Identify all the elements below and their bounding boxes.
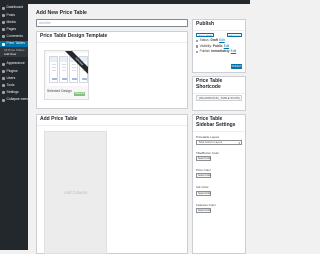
table-icon [2,42,5,46]
panel-title: Publish [196,21,215,27]
preview-button[interactable]: Preview [226,32,242,38]
sidebar-item-label: Dashboard [6,5,24,10]
settings-panel: Price Table Sidebar Settings Pricetable … [192,114,246,254]
collapse-icon [2,98,5,102]
preview-column [49,56,58,83]
media-icon [2,21,5,25]
title-input[interactable]: Add title [36,19,188,27]
plugin-icon [2,69,5,73]
sidebar-item-label: Plugins [6,68,18,73]
publish-time-row: Publish immediately Edit [193,49,245,55]
shortcode-field[interactable]: [WLAPRICING_TABLE ID=65] [196,94,242,101]
sidebar-item-pages[interactable]: Pages [0,27,28,33]
settings-icon [2,91,5,95]
submenu-add-new[interactable]: Add New [0,52,28,56]
sidebar-item-label: Posts [6,12,15,17]
sidebar-item-settings[interactable]: Settings [0,90,28,96]
sidebar-item-label: Comments [6,34,23,39]
pin-icon [2,13,5,17]
color-picker-text: Select Color [198,191,212,195]
panel-title: Price Table Shortcode [196,78,223,90]
sidebar-item-comments[interactable]: Comments [0,34,28,40]
sidebar-item-label: Price Tables [6,41,25,46]
sidebar-item-dashboard[interactable]: Dashboard [0,5,28,11]
sidebar-item-appearance[interactable]: Appearance [0,61,28,67]
features-color-label: Features Color [196,202,216,207]
panel-divider [193,130,245,132]
features-color-picker[interactable]: Select Color [196,207,212,213]
main-content: Add New Price Table Add title Price Tabl… [28,4,250,254]
template-selected-button[interactable]: Selected [74,92,85,96]
shortcode-panel: Price Table Shortcode [WLAPRICING_TABLE … [192,76,246,111]
attr-color-picker[interactable]: Select Color [196,190,212,196]
template-preview-image: Selected [47,51,88,86]
eye-icon [196,45,199,48]
sidebar-item-label: Pages [6,27,17,32]
color-picker-text: Select Color [198,157,212,161]
price-color-picker[interactable]: Select Color [196,173,212,179]
panel-title: Price Table Sidebar Settings [196,116,236,128]
menu-separator [0,57,28,60]
publish-panel: Publish Save Draft Preview Status: Draft… [192,19,246,73]
panel-divider [37,41,187,43]
add-column-label: Add Column [63,190,88,195]
publish-time-label: Publish [199,49,211,54]
comment-icon [2,35,5,39]
sidebar-item-media[interactable]: Media [0,20,28,26]
publish-time-edit-link[interactable]: Edit [231,49,237,55]
sidebar-item-label: Media [6,19,16,24]
title-button-color-label: Title/Button Color [196,151,220,155]
sidebar-item-users[interactable]: Users [0,76,28,82]
key-icon [196,39,199,43]
sidebar-item-tools[interactable]: Tools [0,83,28,89]
publish-button[interactable]: Publish [231,64,242,69]
user-icon [2,77,5,81]
admin-sidebar: Dashboard Posts Media Pages Comments Pri… [0,4,30,250]
add-price-table-panel: Add Price Table Add Column [36,114,188,254]
panel-divider [193,92,245,94]
color-picker-text: Select Color [198,174,212,178]
sidebar-item-label: Users [6,75,16,80]
panel-title: Add Price Table [40,116,78,122]
add-column-button[interactable]: Add Column [44,131,107,254]
price-tables-submenu: All Price Tables Add New [0,47,28,57]
publish-time-value: immediately [211,49,230,54]
template-card[interactable]: Selected Selected Design Selected [44,50,89,100]
sidebar-item-label: Collapse menu [6,97,30,102]
panel-divider [37,124,187,126]
brush-icon [2,62,5,66]
page-icon [2,28,5,32]
sidebar-item-collapse[interactable]: Collapse menu [0,97,30,103]
layout-label: Pricetable Layout [196,134,220,139]
sidebar-item-label: Appearance [6,61,25,66]
price-color-label: Price Color [196,168,211,173]
template-caption: Selected Design [47,89,72,93]
save-draft-button[interactable]: Save Draft [196,32,215,38]
publish-actions: Save Draft Preview [193,31,245,38]
page-title: Add New Price Table [36,10,87,16]
sidebar-item-label: Settings [6,90,19,95]
wrench-icon [2,84,5,88]
sidebar-item-plugins[interactable]: Plugins [0,68,28,74]
attr-color-label: Attr Color [196,185,209,190]
title-button-color-picker[interactable]: Select Color [196,156,212,162]
preview-column [59,56,68,83]
dashboard-icon [2,6,5,10]
sidebar-item-price-tables[interactable]: Price Tables [0,41,28,48]
calendar-icon [196,50,199,54]
color-picker-text: Select Color [198,208,212,212]
template-panel: Price Table Design Template Selected Sel… [36,31,188,109]
sidebar-item-label: Tools [6,83,15,88]
panel-title: Price Table Design Template [40,33,108,39]
layout-select[interactable]: Total Column Layout [196,140,242,145]
sidebar-item-posts[interactable]: Posts [0,12,28,18]
